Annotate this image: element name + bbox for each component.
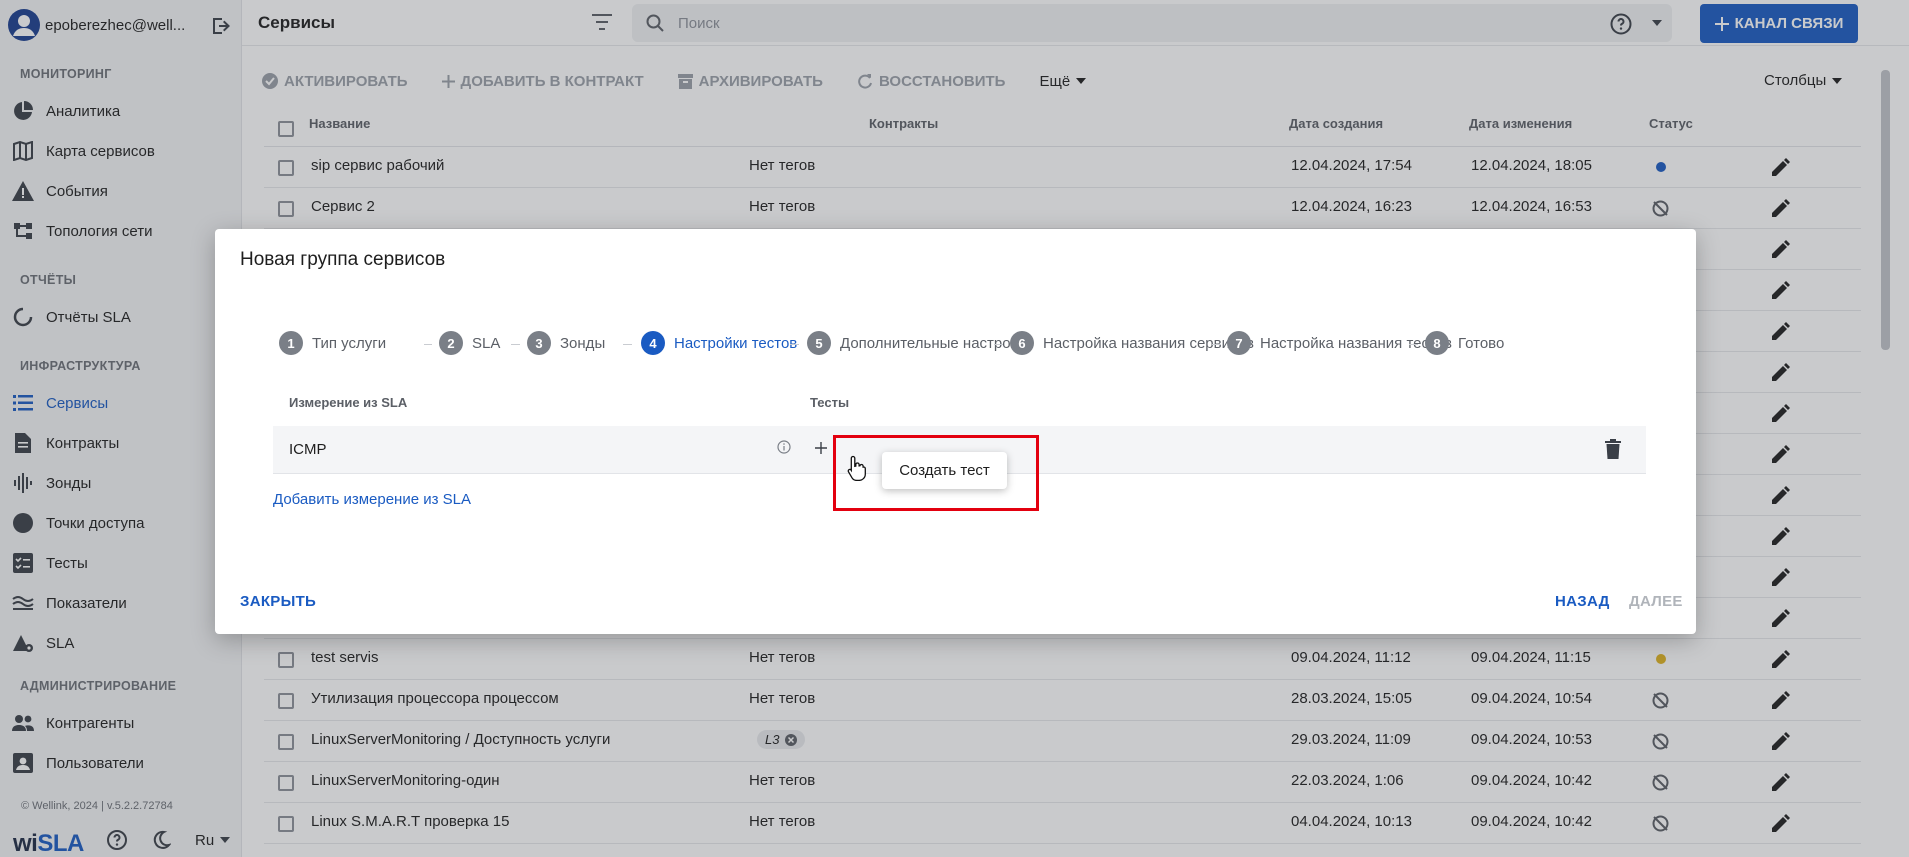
delete-icon[interactable] xyxy=(1605,439,1621,459)
add-measure-link[interactable]: Добавить измерение из SLA xyxy=(273,491,471,508)
highlight-box xyxy=(833,435,1039,511)
close-button[interactable]: ЗАКРЫТЬ xyxy=(240,593,316,610)
step-sla[interactable]: 2 SLA xyxy=(439,331,500,355)
step-service-type[interactable]: 1 Тип услуги xyxy=(279,331,386,355)
step-additional-settings[interactable]: 5 Дополнительные настройки xyxy=(807,331,1034,355)
new-service-group-dialog: Новая группа сервисов 1 Тип услуги 2 SLA 3… xyxy=(215,229,1696,634)
back-button[interactable]: НАЗАД xyxy=(1555,593,1610,610)
step-test-naming[interactable]: 7 Настройка названия тестов xyxy=(1227,331,1452,355)
measure-name: ICMP xyxy=(289,441,327,458)
column-header: Измерение из SLA xyxy=(289,395,408,410)
dialog-title: Новая группа сервисов xyxy=(240,249,446,270)
column-header: Тесты xyxy=(810,395,850,410)
step-done[interactable]: 8 Готово xyxy=(1425,331,1504,355)
info-icon[interactable] xyxy=(777,440,791,454)
step-service-naming[interactable]: 6 Настройка названия сервисов xyxy=(1010,331,1254,355)
step-probes[interactable]: 3 Зонды xyxy=(527,331,605,355)
step-test-settings[interactable]: 4 Настройки тестов xyxy=(641,331,797,355)
next-button[interactable]: ДАЛЕЕ xyxy=(1629,593,1683,610)
plus-icon xyxy=(815,442,827,454)
wizard-stepper: 1 Тип услуги 2 SLA 3 Зонды 4 Настройки тесто… xyxy=(263,331,1683,357)
add-test-button[interactable] xyxy=(810,437,832,459)
